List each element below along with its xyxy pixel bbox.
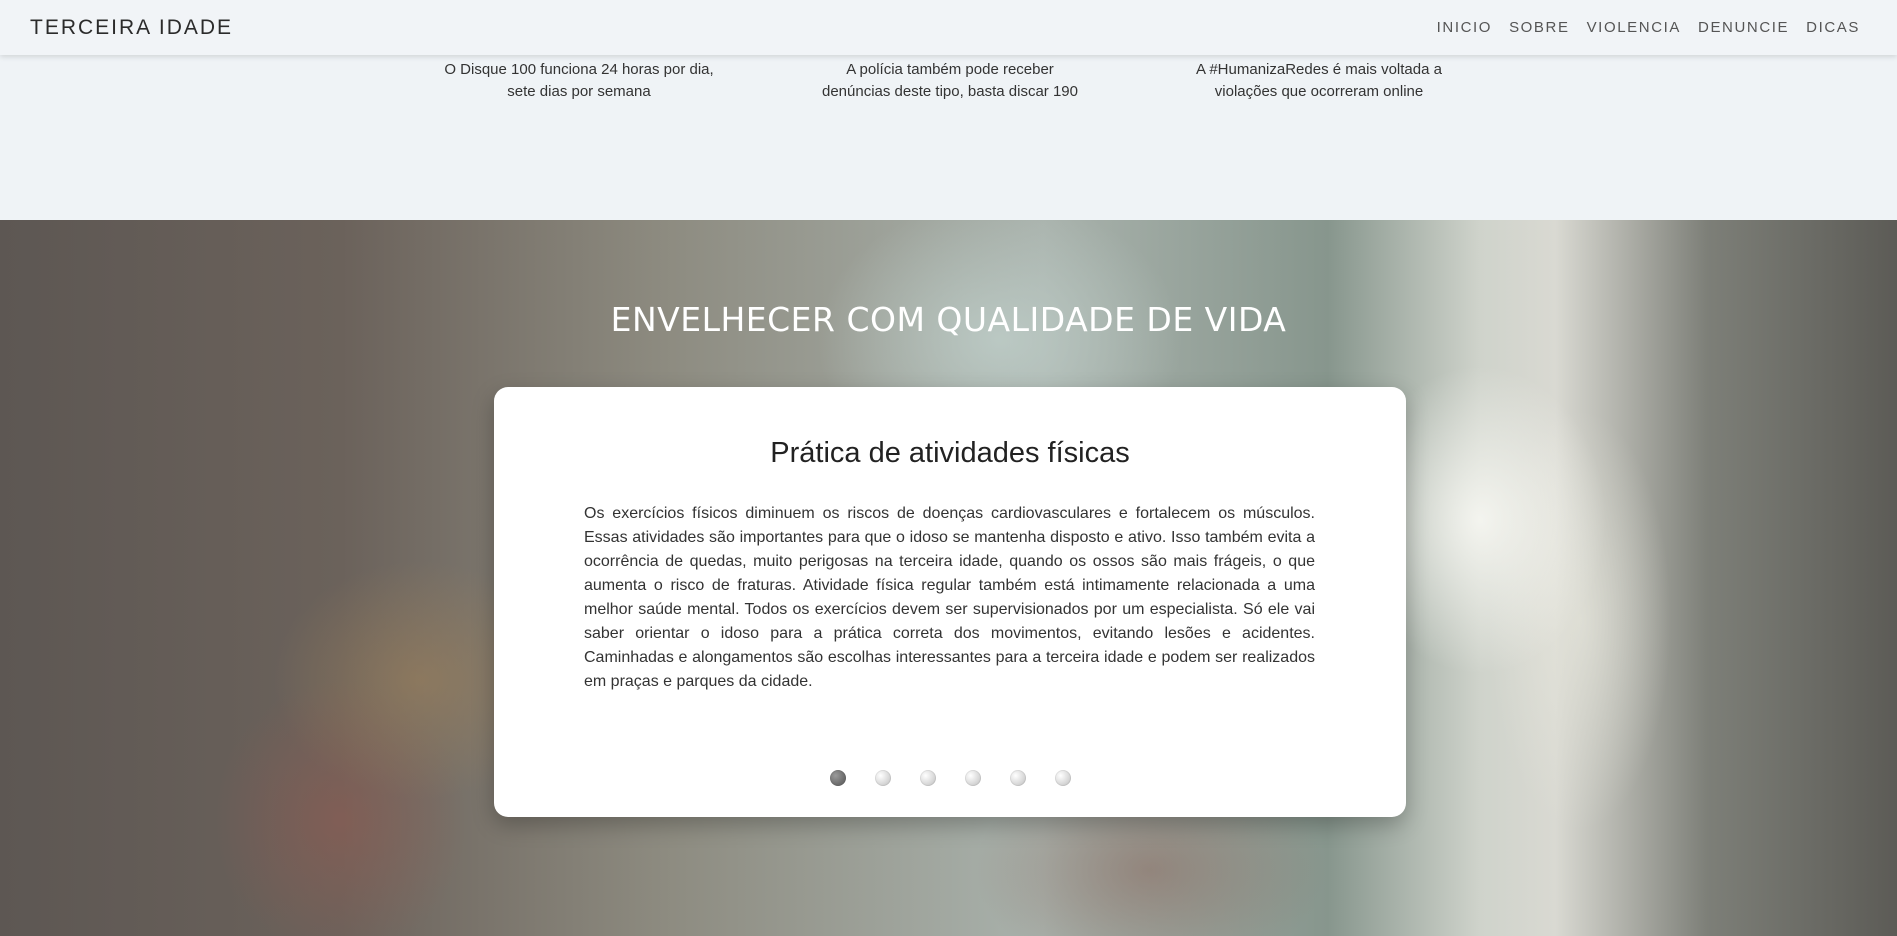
carousel-dot-2[interactable] [874, 770, 891, 786]
slide-title: Prática de atividades físicas [770, 437, 1130, 469]
contact-disque-100: O Disque 100 funciona 24 horas por dia, … [434, 61, 724, 103]
top-navbar: TERCEIRA IDADE INICIO SOBRE VIOLENCIA DE… [0, 0, 1897, 55]
contact-policia-190: A polícia também pode receber denúncias … [805, 61, 1095, 103]
contact-humaniza-redes: A #HumanizaRedes é mais voltada a violaç… [1174, 61, 1464, 103]
carousel-dot-3[interactable] [919, 770, 936, 786]
nav-link-inicio[interactable]: INICIO [1437, 19, 1492, 36]
contacts-section: O Disque 100 funciona 24 horas por dia, … [0, 55, 1897, 220]
slide-text: Os exercícios físicos diminuem os riscos… [584, 505, 1315, 690]
slide-card: Prática de atividades físicas Os exercíc… [494, 387, 1406, 817]
carousel-dot-1[interactable] [829, 770, 846, 786]
brand-logo-text[interactable]: TERCEIRA IDADE [30, 16, 233, 40]
nav-link-denuncie[interactable]: DENUNCIE [1698, 19, 1789, 36]
nav-link-sobre[interactable]: SOBRE [1509, 19, 1570, 36]
contact-text-line: O Disque 100 funciona 24 horas por dia, [444, 61, 714, 78]
contact-text-line: denúncias deste tipo, basta discar 190 [821, 83, 1078, 100]
carousel-dot-5[interactable] [1009, 770, 1026, 786]
contact-text-line: violações que ocorreram online [1214, 83, 1424, 100]
carousel-dot-4[interactable] [964, 770, 981, 786]
carousel-pagination [494, 770, 1406, 786]
carousel-dot-6[interactable] [1054, 770, 1071, 786]
contact-text-line: A #HumanizaRedes é mais voltada a [1196, 61, 1442, 78]
hero-title: ENVELHECER COM QUALIDADE DE VIDA [610, 300, 1287, 339]
hero-section: ENVELHECER COM QUALIDADE DE VIDA Prática… [0, 220, 1897, 936]
contact-text-line: A polícia também pode receber [846, 61, 1054, 78]
nav-link-dicas[interactable]: DICAS [1806, 19, 1860, 36]
nav-menu: INICIO SOBRE VIOLENCIA DENUNCIE DICAS [1437, 19, 1867, 36]
nav-link-violencia[interactable]: VIOLENCIA [1587, 19, 1681, 36]
contact-text-line: sete dias por semana [507, 83, 651, 100]
